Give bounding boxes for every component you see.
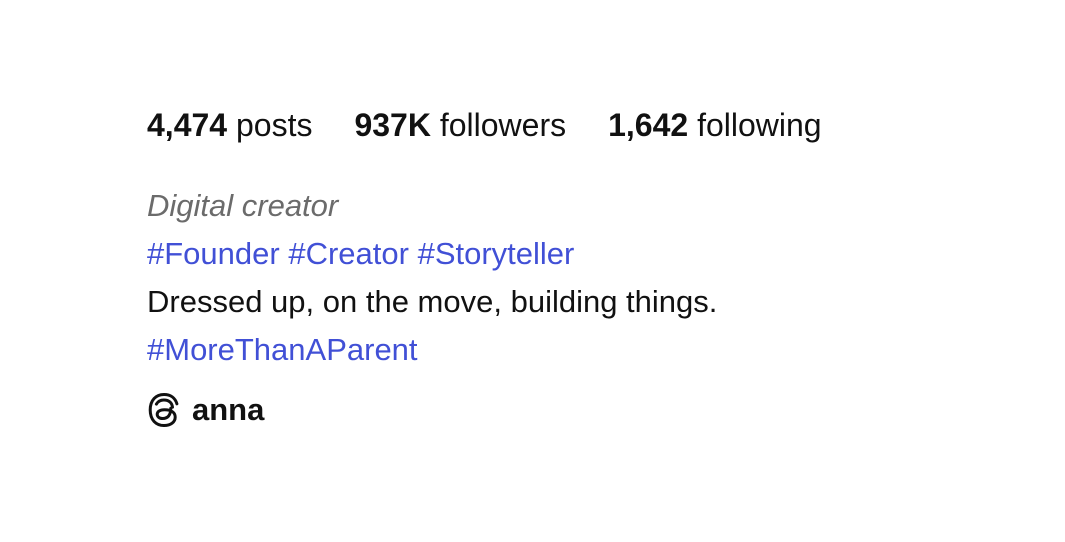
bio-text: Dressed up, on the move, building things… (147, 284, 718, 319)
posts-count: 4,474 (147, 107, 228, 143)
followers-stat[interactable]: 937K followers (354, 100, 566, 150)
hashtag-link[interactable]: #MoreThanAParent (147, 332, 418, 367)
profile-header: 4,474 posts 937K followers 1,642 followi… (147, 100, 1007, 428)
following-count: 1,642 (608, 107, 689, 143)
following-stat[interactable]: 1,642 following (608, 100, 821, 150)
profile-stats: 4,474 posts 937K followers 1,642 followi… (147, 100, 1007, 150)
hashtag-link[interactable]: #Storyteller (418, 236, 575, 271)
profile-bio: Digital creator #Founder #Creator #Story… (147, 182, 1007, 374)
hashtag-link[interactable]: #Founder (147, 236, 280, 271)
posts-stat[interactable]: 4,474 posts (147, 100, 312, 150)
hashtag-extra-line: #MoreThanAParent (147, 326, 1007, 374)
threads-username: anna (192, 392, 265, 427)
followers-count: 937K (354, 107, 431, 143)
following-label: following (697, 107, 822, 143)
threads-icon (147, 392, 181, 428)
threads-link[interactable]: anna (147, 392, 1007, 428)
posts-label: posts (235, 107, 313, 143)
hashtag-link[interactable]: #Creator (288, 236, 409, 271)
hashtags-line: #Founder #Creator #Storyteller (147, 230, 1007, 278)
profile-category: Digital creator (147, 188, 339, 223)
followers-label: followers (439, 107, 567, 143)
